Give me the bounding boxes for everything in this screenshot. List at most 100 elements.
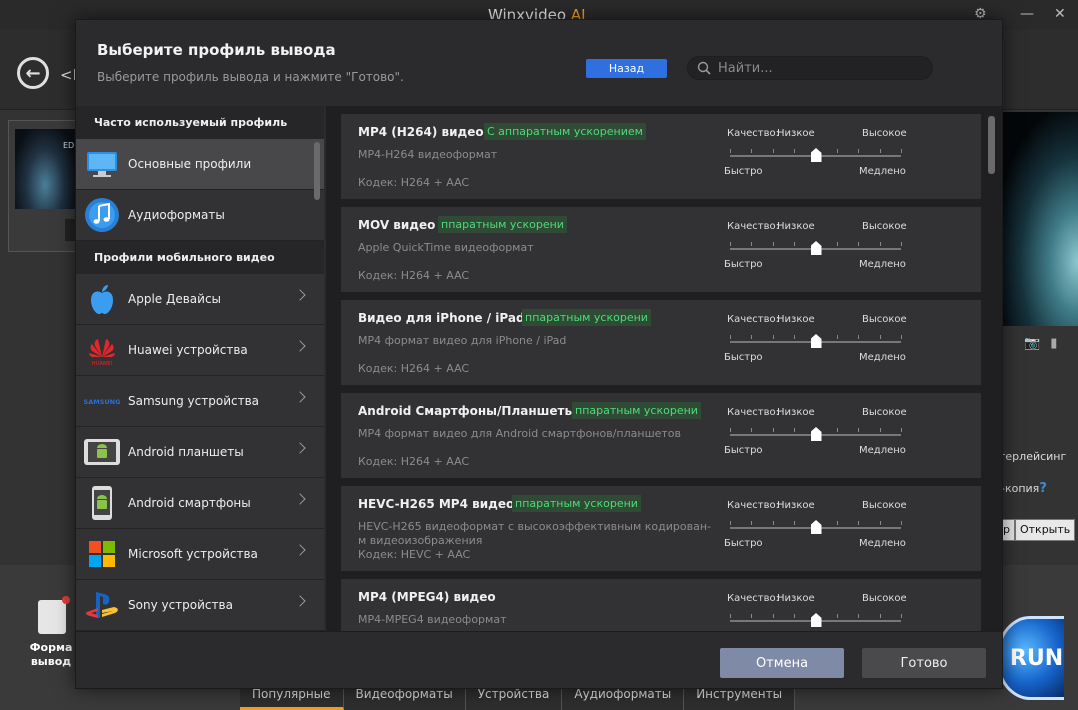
output-format-icon[interactable] [38, 596, 70, 634]
profile-codec: Кодек: HEVC + AAC [358, 548, 471, 561]
slider-tick [880, 335, 881, 339]
quality-low-label: Низкое [777, 314, 815, 325]
slider-tick [837, 242, 838, 246]
output-format-label[interactable]: Форма вывод [28, 641, 74, 669]
category-audio-formats[interactable]: Аудиоформаты [76, 190, 324, 241]
search-input[interactable] [718, 60, 923, 77]
android-phone-icon [82, 483, 122, 523]
profile-card[interactable]: Android Смартфоны/Планшеты ппаратным уско… [341, 393, 981, 478]
slider-tick [751, 335, 752, 339]
slider-tick [837, 428, 838, 432]
search-box[interactable] [687, 56, 933, 80]
run-button[interactable]: RUN [996, 616, 1064, 700]
profile-codec: Кодек: H264 + AAC [358, 176, 470, 189]
profile-card[interactable]: MP4 (MPEG4) видео MP4-MPEG4 видеоформат Ка… [341, 579, 981, 631]
category-android-phones[interactable]: Android смартфоны [76, 478, 324, 529]
category-android-tablets[interactable]: Android планшеты [76, 427, 324, 478]
video-thumbnail[interactable]: EDE [8, 120, 83, 252]
category-huawei-devices[interactable]: HUAWEI Huawei устройства [76, 325, 324, 376]
speed-fast-label: Быстро [724, 259, 763, 270]
slider-tick [794, 149, 795, 153]
search-icon [697, 61, 711, 75]
help-icon[interactable]: ? [1039, 481, 1047, 496]
profile-card[interactable]: Видео для iPhone / iPad ппаратным ускорен… [341, 300, 981, 385]
copy-label: -копия? [1001, 481, 1047, 496]
quality-label: Качество: [727, 500, 779, 511]
output-buttons: р Открыть [998, 519, 1076, 541]
quality-slider-knob[interactable] [810, 427, 822, 441]
slider-tick [773, 428, 774, 432]
slider-tick [751, 149, 752, 153]
quality-slider-knob[interactable] [810, 613, 822, 627]
slider-tick [901, 149, 902, 153]
category-microsoft-devices[interactable]: Microsoft устройства [76, 529, 324, 580]
preview-icons: 📷▮ [1024, 336, 1067, 351]
dialog-footer: Отмена Готово [76, 631, 1002, 688]
samsung-icon: SAMSUNG [82, 381, 122, 421]
back-arrow-icon[interactable]: ← [17, 57, 49, 89]
slider-tick [901, 428, 902, 432]
section-mobile: Профили мобильного видео [76, 241, 324, 274]
profile-description: HEVC-H265 видеоформат с высокоэффективны… [358, 520, 712, 547]
folder-icon[interactable]: ▮ [1050, 336, 1067, 351]
quality-label: Качество: [727, 407, 779, 418]
camera-icon[interactable]: 📷 [1024, 336, 1050, 351]
chevron-right-icon [294, 595, 306, 607]
slider-tick [773, 242, 774, 246]
chevron-right-icon [294, 493, 306, 505]
quality-slider-knob[interactable] [810, 520, 822, 534]
category-apple-devices[interactable]: Apple Девайсы [76, 274, 324, 325]
speed-fast-label: Быстро [724, 445, 763, 456]
profile-codec: Кодек: H264 + AAC [358, 269, 470, 282]
slider-tick [773, 335, 774, 339]
quality-high-label: Высокое [862, 593, 907, 604]
profile-title: Видео для iPhone / iPad [358, 311, 525, 325]
speed-slow-label: Медлено [859, 259, 906, 270]
speed-fast-label: Быстро [724, 352, 763, 363]
profile-card[interactable]: MOV видео ппаратным ускорени Apple QuickTi… [341, 207, 981, 292]
speed-slow-label: Медлено [859, 352, 906, 363]
slider-tick [794, 614, 795, 618]
close-icon[interactable]: ✕ [1054, 6, 1066, 22]
profile-card[interactable]: MP4 (H264) видео С аппаратным ускорением M… [341, 114, 981, 199]
slider-tick [858, 428, 859, 432]
speed-slow-label: Медлено [859, 166, 906, 177]
profile-title: MOV видео [358, 218, 436, 232]
profile-card[interactable]: HEVC-H265 MP4 видео ппаратным ускорени HEV… [341, 486, 981, 571]
hw-accel-badge: С аппаратным ускорением [484, 123, 646, 140]
profile-description: MP4 формат видео для Android смартфонов/… [358, 427, 682, 440]
apple-icon [82, 279, 122, 319]
category-scrollbar[interactable] [314, 142, 320, 200]
quality-slider-knob[interactable] [810, 148, 822, 162]
profile-scrollbar[interactable] [988, 116, 995, 174]
slider-tick [794, 242, 795, 246]
open-button[interactable]: Открыть [1014, 519, 1076, 541]
slider-tick [901, 335, 902, 339]
cancel-button[interactable]: Отмена [720, 648, 844, 678]
category-samsung-devices[interactable]: SAMSUNG Samsung устройства [76, 376, 324, 427]
profile-title: Android Смартфоны/Планшеты [358, 404, 576, 418]
category-basic-profiles[interactable]: Основные профили [76, 139, 324, 190]
done-button[interactable]: Готово [862, 648, 986, 678]
slider-tick [858, 335, 859, 339]
category-sony-devices[interactable]: Sony устройства [76, 580, 324, 631]
slider-tick [751, 428, 752, 432]
speed-slow-label: Медлено [859, 538, 906, 549]
quality-slider-knob[interactable] [810, 334, 822, 348]
slider-tick [858, 521, 859, 525]
minimize-icon[interactable]: — [1020, 6, 1034, 22]
slider-tick [858, 614, 859, 618]
hw-accel-badge: ппаратным ускорени [438, 216, 567, 233]
slider-tick [751, 242, 752, 246]
profile-codec: Кодек: H264 + AAC [358, 362, 470, 375]
slider-tick [837, 149, 838, 153]
quality-low-label: Низкое [777, 128, 815, 139]
slider-tick [837, 335, 838, 339]
dialog-subtitle: Выберите профиль вывода и нажмите "Готов… [97, 70, 404, 84]
slider-tick [901, 521, 902, 525]
quality-slider-knob[interactable] [810, 241, 822, 255]
back-button[interactable]: Назад [586, 59, 667, 78]
slider-tick [751, 614, 752, 618]
slider-tick [730, 149, 731, 153]
quality-high-label: Высокое [862, 314, 907, 325]
